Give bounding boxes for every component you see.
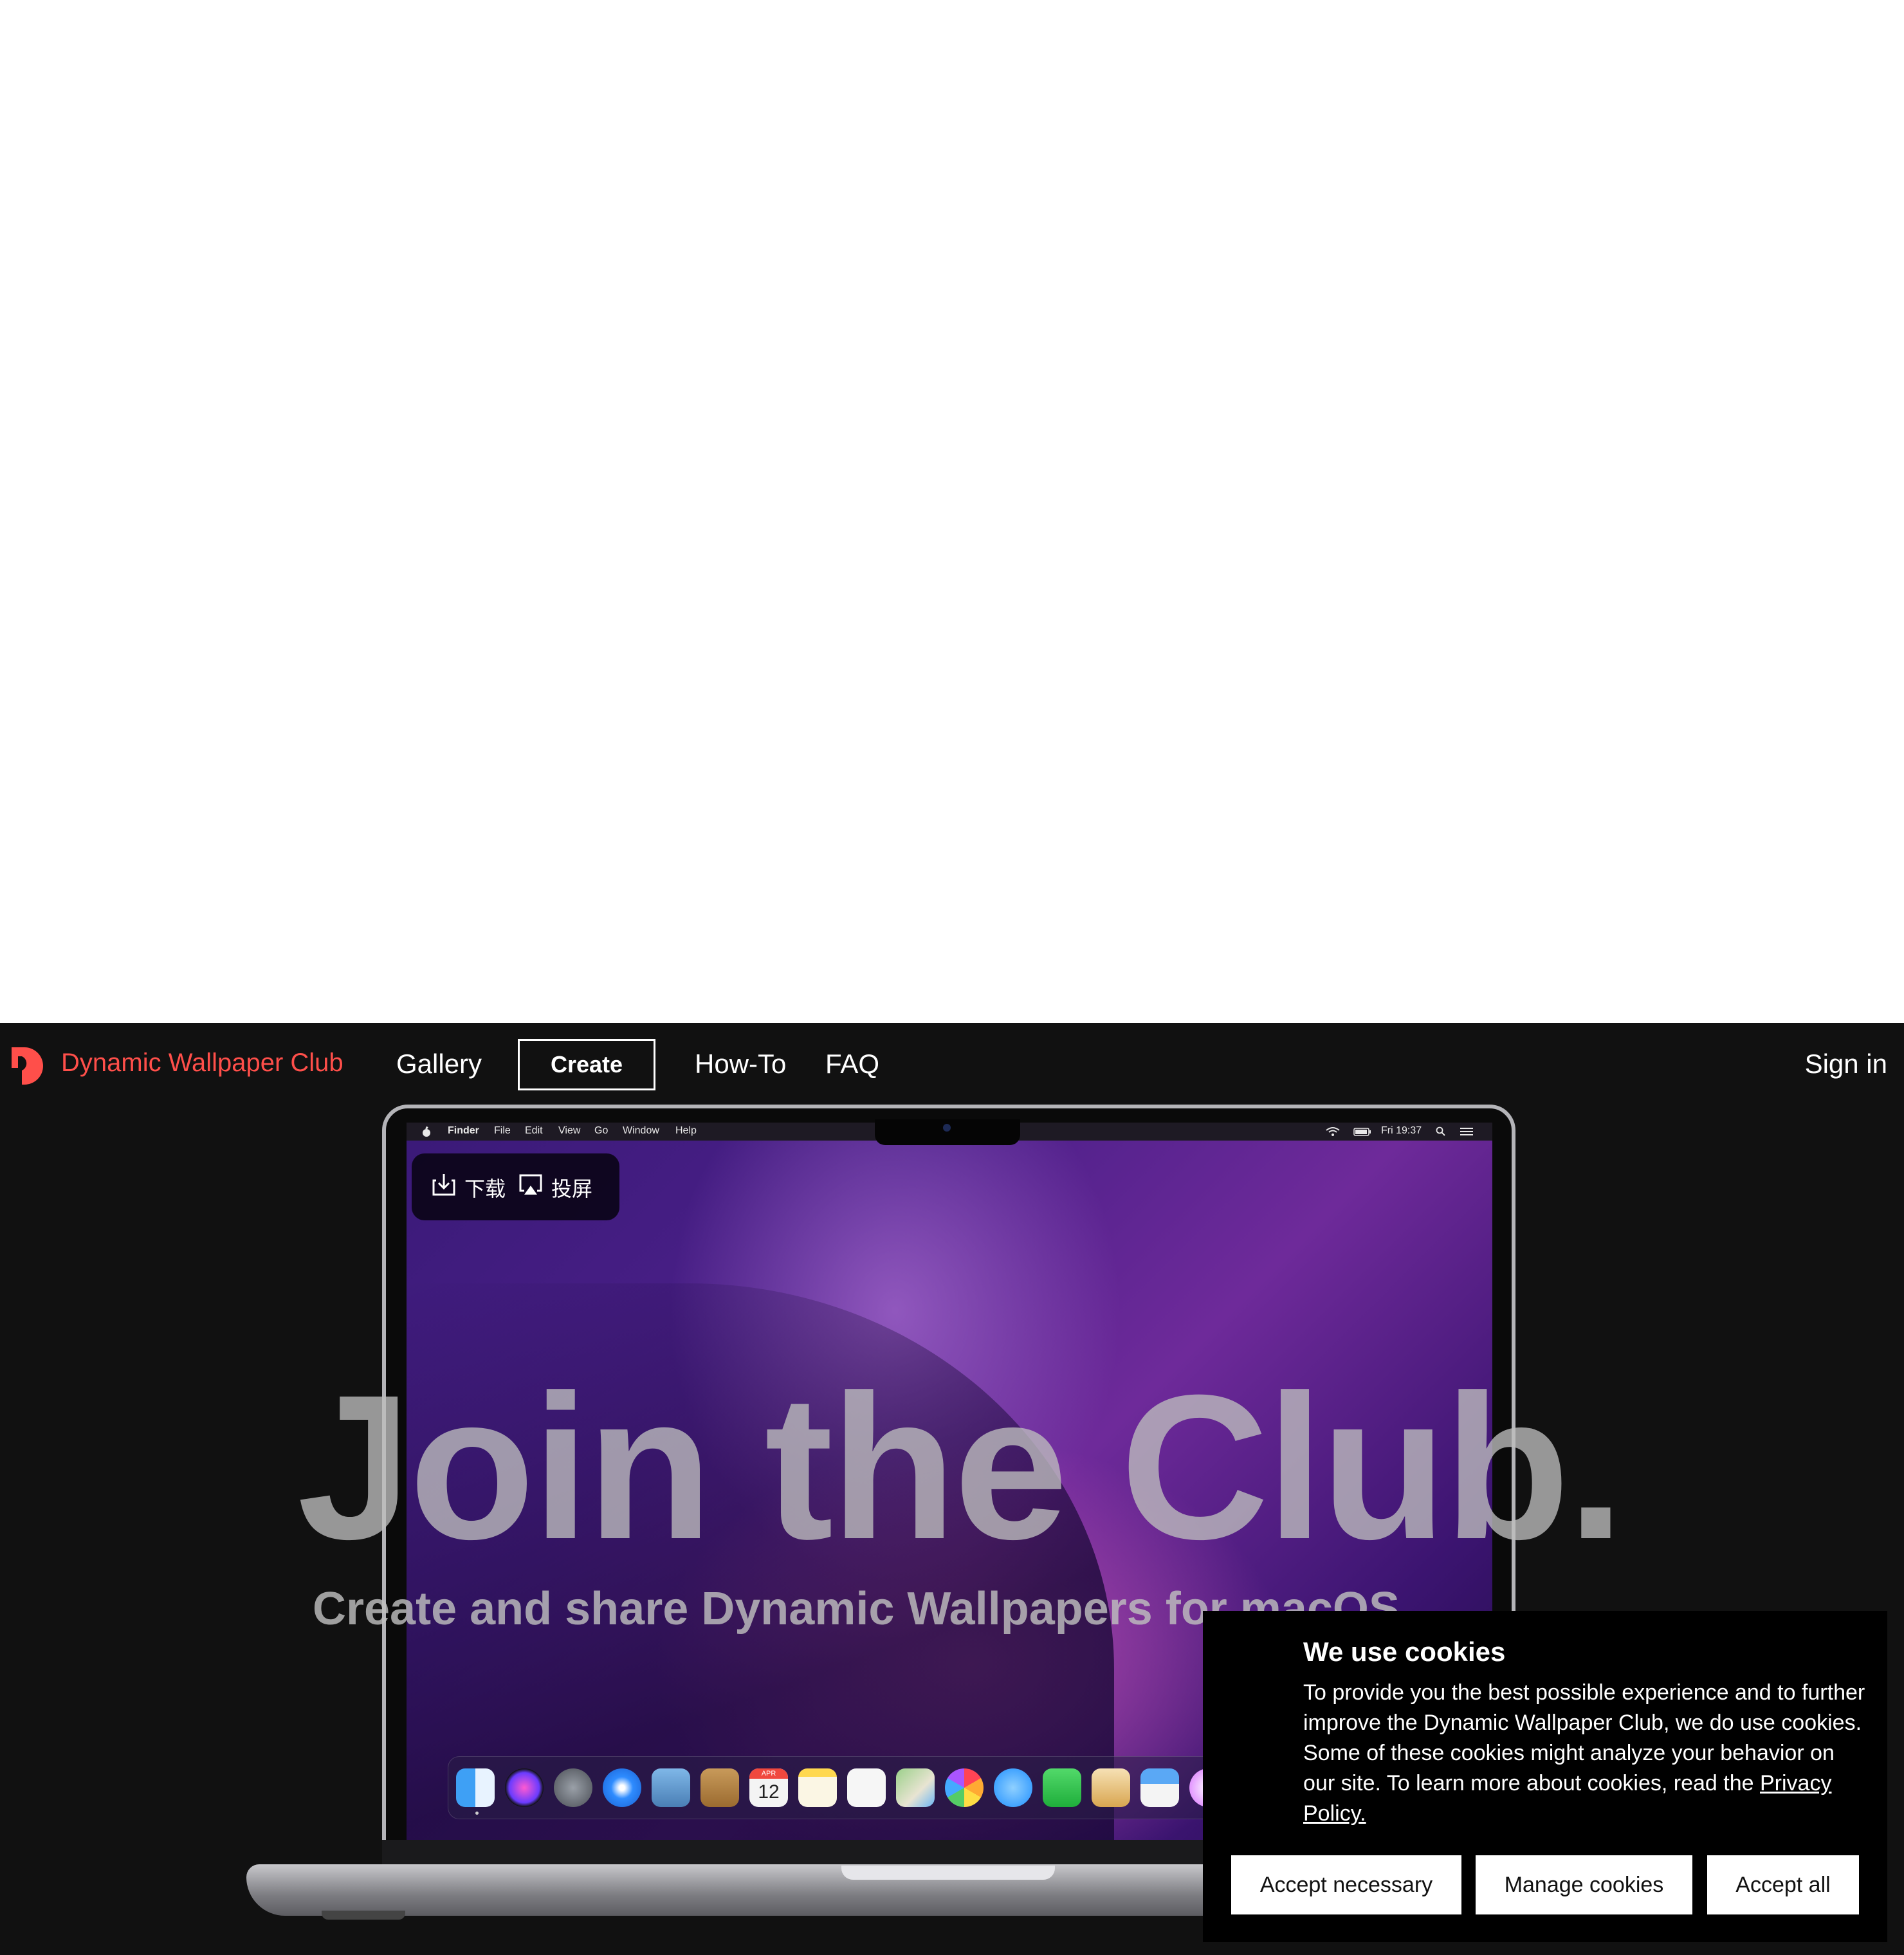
mail-icon — [652, 1768, 690, 1807]
laptop-opening-groove — [841, 1866, 1055, 1880]
menubar-window: Window — [623, 1125, 659, 1136]
menubar-go: Go — [594, 1125, 609, 1136]
calendar-month: APR — [749, 1768, 788, 1779]
maps-icon — [896, 1768, 935, 1807]
page-hero-section: Dynamic Wallpaper Club Gallery Create Ho… — [0, 1023, 1904, 1955]
launchpad-icon — [554, 1768, 592, 1807]
contacts-icon — [700, 1768, 739, 1807]
accept-all-button[interactable]: Accept all — [1707, 1855, 1859, 1914]
finder-icon — [456, 1768, 495, 1807]
download-label[interactable]: 下载 — [464, 1173, 506, 1202]
create-button[interactable]: Create — [518, 1039, 655, 1090]
calendar-day: 12 — [758, 1781, 780, 1803]
cookie-description: To provide you the best possible experie… — [1303, 1678, 1869, 1829]
reminders-icon — [847, 1768, 886, 1807]
cast-label[interactable]: 投屏 — [551, 1173, 592, 1202]
blank-area — [0, 0, 1904, 1023]
siri-icon — [505, 1768, 544, 1807]
menubar-help: Help — [675, 1125, 697, 1136]
mac-dock: APR 12 — [448, 1756, 1311, 1819]
control-center-icon — [1460, 1128, 1473, 1135]
notes-icon — [798, 1768, 837, 1807]
photos-icon — [945, 1768, 984, 1807]
cookie-title: We use cookies — [1303, 1637, 1506, 1667]
finder-running-indicator — [475, 1812, 479, 1815]
menubar-file: File — [494, 1125, 511, 1136]
menubar-view: View — [558, 1125, 581, 1136]
battery-icon — [1353, 1128, 1371, 1136]
camera — [943, 1124, 951, 1132]
cookie-banner: We use cookies To provide you the best p… — [1203, 1611, 1887, 1942]
apple-icon — [423, 1126, 430, 1137]
download-icon[interactable] — [431, 1171, 457, 1197]
menubar-edit: Edit — [525, 1125, 543, 1136]
accept-necessary-button[interactable]: Accept necessary — [1231, 1855, 1461, 1914]
video-overlay-controls: 下载 投屏 — [412, 1153, 619, 1220]
messages-icon — [994, 1768, 1032, 1807]
screen-notch — [875, 1119, 1020, 1145]
cast-icon[interactable] — [518, 1171, 544, 1197]
sign-in-link[interactable]: Sign in — [1805, 1049, 1887, 1079]
keynote-icon — [1140, 1768, 1179, 1807]
wifi-icon — [1326, 1127, 1340, 1136]
logo-icon[interactable] — [9, 1045, 50, 1087]
facetime-icon — [1043, 1768, 1081, 1807]
hero-title: Join the Club. — [297, 1352, 1624, 1582]
calendar-icon: APR 12 — [749, 1768, 788, 1807]
spotlight-icon — [1436, 1126, 1445, 1136]
nav-faq[interactable]: FAQ — [825, 1049, 879, 1079]
brand-name[interactable]: Dynamic Wallpaper Club — [61, 1049, 343, 1078]
nav-how-to[interactable]: How-To — [695, 1049, 786, 1079]
pages-icon — [1092, 1768, 1130, 1807]
manage-cookies-button[interactable]: Manage cookies — [1476, 1855, 1692, 1914]
top-navigation: Dynamic Wallpaper Club Gallery Create Ho… — [0, 1023, 1904, 1108]
menubar-finder: Finder — [448, 1125, 479, 1136]
safari-icon — [603, 1768, 641, 1807]
nav-gallery[interactable]: Gallery — [396, 1049, 482, 1079]
laptop-foot — [322, 1911, 405, 1920]
menubar-clock: Fri 19:37 — [1381, 1125, 1422, 1136]
